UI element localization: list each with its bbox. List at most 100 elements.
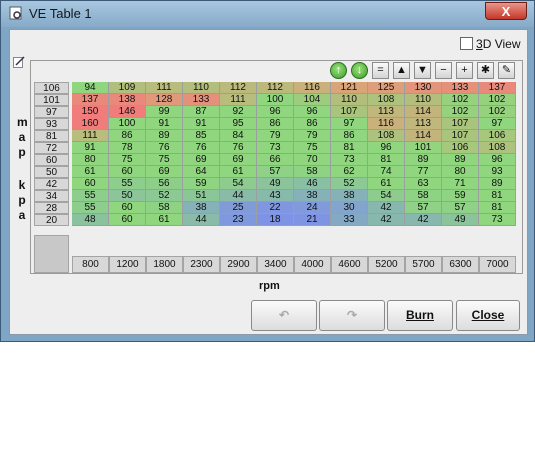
table-cell[interactable]: 38 [294,190,331,202]
table-cell[interactable]: 104 [294,94,331,106]
table-cell[interactable]: 114 [405,130,442,142]
table-cell[interactable]: 60 [109,214,146,226]
table-cell[interactable]: 99 [146,106,183,118]
table-cell[interactable]: 43 [257,190,294,202]
table-cell[interactable]: 111 [72,130,109,142]
view-3d-toggle[interactable]: 3D View [460,37,520,51]
decrease-button[interactable]: ▼ [414,62,431,79]
table-cell[interactable]: 71 [442,178,479,190]
table-cell[interactable]: 61 [220,166,257,178]
table-cell[interactable]: 93 [479,166,516,178]
burn-button[interactable]: Burn [387,300,453,331]
table-cell[interactable]: 110 [331,94,368,106]
table-cell[interactable]: 96 [257,106,294,118]
table-cell[interactable]: 91 [146,118,183,130]
table-cell[interactable]: 54 [368,190,405,202]
table-cell[interactable]: 58 [405,190,442,202]
table-cell[interactable]: 86 [294,118,331,130]
title-bar[interactable]: VE Table 1 X [1,1,534,27]
table-cell[interactable]: 81 [479,202,516,214]
table-cell[interactable]: 61 [368,178,405,190]
table-cell[interactable]: 24 [294,202,331,214]
table-cell[interactable]: 102 [442,106,479,118]
table-cell[interactable]: 22 [257,202,294,214]
table-cell[interactable]: 18 [257,214,294,226]
table-cell[interactable]: 94 [72,82,109,94]
table-cell[interactable]: 60 [109,166,146,178]
table-cell[interactable]: 95 [220,118,257,130]
table-cell[interactable]: 61 [72,166,109,178]
table-cell[interactable]: 52 [146,190,183,202]
table-cell[interactable]: 137 [72,94,109,106]
table-cell[interactable]: 86 [257,118,294,130]
table-cell[interactable]: 91 [72,142,109,154]
table-cell[interactable]: 64 [183,166,220,178]
table-cell[interactable]: 107 [331,106,368,118]
table-cell[interactable]: 57 [257,166,294,178]
table-cell[interactable]: 97 [331,118,368,130]
table-cell[interactable]: 23 [220,214,257,226]
table-cell[interactable]: 114 [405,106,442,118]
table-cell[interactable]: 42 [368,214,405,226]
table-cell[interactable]: 138 [109,94,146,106]
table-cell[interactable]: 113 [368,106,405,118]
table-cell[interactable]: 112 [220,82,257,94]
table-cell[interactable]: 125 [368,82,405,94]
table-cell[interactable]: 113 [405,118,442,130]
increase-button[interactable]: ▲ [393,62,410,79]
table-cell[interactable]: 30 [331,202,368,214]
table-cell[interactable]: 76 [146,142,183,154]
table-cell[interactable]: 76 [220,142,257,154]
table-cell[interactable]: 133 [183,94,220,106]
table-cell[interactable]: 66 [257,154,294,166]
window-close-button[interactable]: X [485,2,527,20]
table-cell[interactable]: 69 [183,154,220,166]
table-cell[interactable]: 80 [442,166,479,178]
table-cell[interactable]: 109 [109,82,146,94]
table-cell[interactable]: 102 [479,106,516,118]
multiply-button[interactable]: ✱ [477,62,494,79]
table-cell[interactable]: 102 [479,94,516,106]
table-cell[interactable]: 106 [442,142,479,154]
table-cell[interactable]: 58 [294,166,331,178]
table-cell[interactable]: 55 [109,178,146,190]
table-cell[interactable]: 48 [72,214,109,226]
table-cell[interactable]: 74 [368,166,405,178]
undo-button[interactable]: ↶ [251,300,317,331]
table-cell[interactable]: 81 [368,154,405,166]
table-cell[interactable]: 106 [479,130,516,142]
table-cell[interactable]: 57 [442,202,479,214]
table-cell[interactable]: 107 [442,118,479,130]
table-cell[interactable]: 46 [294,178,331,190]
table-cell[interactable]: 76 [183,142,220,154]
table-cell[interactable]: 75 [146,154,183,166]
table-cell[interactable]: 108 [368,94,405,106]
table-cell[interactable]: 100 [257,94,294,106]
table-cell[interactable]: 81 [331,142,368,154]
table-cell[interactable]: 42 [405,214,442,226]
equals-button[interactable]: = [372,62,389,79]
table-cell[interactable]: 111 [220,94,257,106]
table-cell[interactable]: 87 [183,106,220,118]
table-cell[interactable]: 150 [72,106,109,118]
table-cell[interactable]: 50 [109,190,146,202]
table-cell[interactable]: 63 [405,178,442,190]
minus-button[interactable]: − [435,62,452,79]
table-cell[interactable]: 92 [220,106,257,118]
table-cell[interactable]: 112 [257,82,294,94]
table-cell[interactable]: 60 [72,178,109,190]
pen-icon[interactable]: ✎ [498,62,515,79]
table-cell[interactable]: 100 [109,118,146,130]
table-cell[interactable]: 86 [331,130,368,142]
table-cell[interactable]: 54 [220,178,257,190]
table-cell[interactable]: 33 [331,214,368,226]
table-cell[interactable]: 108 [368,130,405,142]
table-cell[interactable]: 133 [442,82,479,94]
table-cell[interactable]: 146 [109,106,146,118]
table-cell[interactable]: 89 [442,154,479,166]
table-cell[interactable]: 44 [183,214,220,226]
table-cell[interactable]: 38 [183,202,220,214]
table-cell[interactable]: 96 [294,106,331,118]
plus-button[interactable]: + [456,62,473,79]
table-cell[interactable]: 79 [257,130,294,142]
